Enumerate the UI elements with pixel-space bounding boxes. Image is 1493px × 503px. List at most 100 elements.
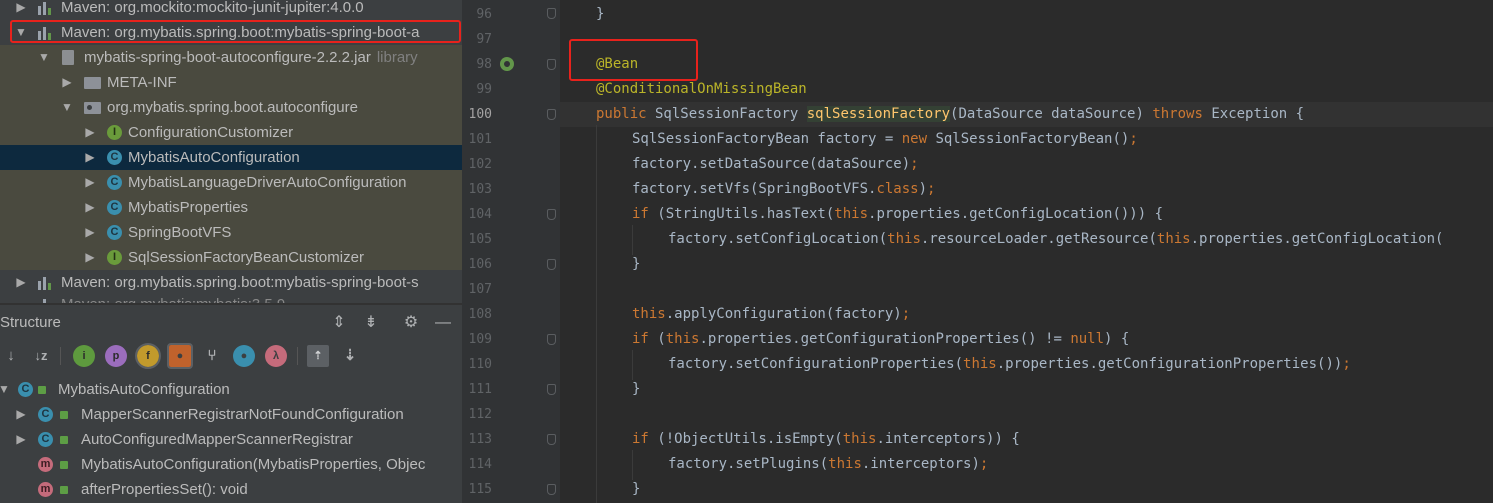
- public-lock-icon: [60, 411, 68, 419]
- line-number: 112: [468, 407, 492, 422]
- gear-icon[interactable]: ⚙: [401, 313, 421, 333]
- spring-bean-gutter-icon[interactable]: [500, 57, 514, 71]
- expand-arrow-icon[interactable]: ▶: [83, 220, 97, 245]
- tree-row-package[interactable]: ▼ org.mybatis.spring.boot.autoconfigure: [0, 95, 462, 120]
- tree-row-mybatis-auto-configuration[interactable]: ▶ C MybatisAutoConfiguration: [0, 145, 462, 170]
- code-token: if: [632, 431, 649, 447]
- show-lambdas-icon[interactable]: λ: [265, 345, 287, 367]
- code-token: this: [842, 431, 877, 447]
- expand-arrow-icon[interactable]: ▶: [83, 145, 97, 170]
- structure-header: Structure ⇕ ⇟ ⚙ —: [0, 311, 462, 335]
- structure-item-class[interactable]: ▼ C MybatisAutoConfiguration: [0, 377, 462, 402]
- toolbar-separator: [60, 347, 61, 365]
- class-icon: C: [107, 200, 122, 215]
- expand-arrow-icon[interactable]: ▶: [14, 402, 28, 427]
- tree-row-spring-boot-vfs[interactable]: ▶ C SpringBootVFS: [0, 220, 462, 245]
- tree-row-mybatis[interactable]: Maven: org.mybatis:mybatis:3.5.9: [0, 292, 462, 303]
- method-icon: m: [38, 457, 53, 472]
- code-token: ;: [1129, 131, 1138, 147]
- expand-all-icon[interactable]: ⇕: [329, 313, 349, 333]
- editor-gutter: 96 97 98 99 100 101 102 103 104 105 106 …: [462, 0, 560, 503]
- code-token: .interceptors)) {: [876, 431, 1020, 447]
- tree-row-configuration-customizer[interactable]: ▶ I ConfigurationCustomizer: [0, 120, 462, 145]
- code-line-101: SqlSessionFactoryBean factory = new SqlS…: [632, 127, 1493, 152]
- show-inherited-icon[interactable]: i: [73, 345, 95, 367]
- project-tree-panel: ▶ Maven: org.mockito:mockito-junit-jupit…: [0, 0, 462, 303]
- code-line-113: if (!ObjectUtils.isEmpty(this.intercepto…: [632, 427, 1493, 452]
- autoscroll-to-source-icon[interactable]: ⇡: [307, 345, 329, 367]
- code-token: new: [901, 131, 928, 147]
- class-icon: C: [18, 382, 33, 397]
- fold-marker-icon[interactable]: [547, 209, 556, 220]
- structure-item-method[interactable]: m afterPropertiesSet(): void: [0, 477, 462, 502]
- expand-arrow-icon[interactable]: ▶: [60, 70, 74, 95]
- tree-row-language-driver[interactable]: ▶ C MybatisLanguageDriverAutoConfigurati…: [0, 170, 462, 195]
- show-anonymous-classes-icon[interactable]: ●: [233, 345, 255, 367]
- structure-item-inner-class[interactable]: ▶ C MapperScannerRegistrarNotFoundConfig…: [0, 402, 462, 427]
- collapse-all-icon[interactable]: ⇟: [361, 313, 381, 333]
- interface-icon: I: [107, 250, 122, 265]
- fold-marker-icon[interactable]: [547, 8, 556, 19]
- tree-row-meta-inf[interactable]: ▶ META-INF: [0, 70, 462, 95]
- line-number: 98: [476, 57, 492, 72]
- tree-row-jar[interactable]: ▼ mybatis-spring-boot-autoconfigure-2.2.…: [0, 45, 462, 70]
- tree-label: META-INF: [107, 74, 177, 91]
- tree-row-mockito[interactable]: ▶ Maven: org.mockito:mockito-junit-jupit…: [0, 0, 462, 20]
- method-icon: m: [38, 482, 53, 497]
- sort-alphabetically-icon[interactable]: ↓z: [30, 345, 52, 367]
- code-line-102: factory.setDataSource(dataSource);: [632, 152, 1493, 177]
- collapse-arrow-icon[interactable]: ▼: [0, 377, 11, 402]
- show-properties-icon[interactable]: p: [105, 345, 127, 367]
- public-lock-icon: [60, 486, 68, 494]
- code-editor[interactable]: 96 97 98 99 100 101 102 103 104 105 106 …: [462, 0, 1493, 503]
- expand-arrow-icon[interactable]: ▶: [83, 245, 97, 270]
- fold-marker-icon[interactable]: [547, 384, 556, 395]
- sort-by-visibility-icon[interactable]: ↓: [0, 345, 22, 367]
- fold-marker-icon[interactable]: [547, 434, 556, 445]
- highlight-box: [10, 20, 461, 43]
- show-non-public-icon[interactable]: ●: [167, 343, 193, 369]
- structure-title: Structure: [0, 314, 61, 331]
- show-fields-icon[interactable]: f: [135, 343, 161, 369]
- class-icon: C: [38, 407, 53, 422]
- code-token: ;: [979, 456, 989, 472]
- code-line-103: factory.setVfs(SpringBootVFS.class);: [632, 177, 1493, 202]
- collapse-arrow-icon[interactable]: ▼: [60, 95, 74, 120]
- expand-arrow-icon[interactable]: ▶: [14, 0, 28, 20]
- tree-row-sqlsession-customizer[interactable]: ▶ I SqlSessionFactoryBeanCustomizer: [0, 245, 462, 270]
- tree-label: MybatisLanguageDriverAutoConfiguration: [128, 174, 407, 191]
- code-token: if: [632, 331, 649, 347]
- code-token: SqlSessionFactory: [646, 106, 807, 122]
- structure-item-method[interactable]: m MybatisAutoConfiguration(MybatisProper…: [0, 452, 462, 477]
- code-token: this: [665, 331, 700, 347]
- fold-marker-icon[interactable]: [547, 484, 556, 495]
- code-line-104: if (StringUtils.hasText(this.properties.…: [632, 202, 1493, 227]
- tree-label: mybatis-spring-boot-autoconfigure-2.2.2.…: [84, 49, 371, 66]
- show-hierarchy-icon[interactable]: ⑂: [201, 345, 223, 367]
- fold-marker-icon[interactable]: [547, 259, 556, 270]
- indent-guide: [632, 450, 633, 480]
- code-token: public: [596, 106, 647, 122]
- fold-marker-icon[interactable]: [547, 59, 556, 70]
- collapse-arrow-icon[interactable]: ▼: [37, 45, 51, 70]
- line-number: 106: [468, 257, 492, 272]
- structure-item-inner-class[interactable]: ▶ C AutoConfiguredMapperScannerRegistrar: [0, 427, 462, 452]
- fold-marker-icon[interactable]: [547, 109, 556, 120]
- code-token: factory.setVfs(SpringBootVFS.: [632, 181, 877, 197]
- expand-arrow-icon[interactable]: ▶: [83, 120, 97, 145]
- code-token: throws: [1152, 106, 1203, 122]
- panel-divider: [0, 303, 462, 305]
- code-area[interactable]: } @Bean @ConditionalOnMissingBean public…: [560, 0, 1493, 503]
- expand-arrow-icon[interactable]: ▶: [14, 427, 28, 452]
- class-icon: C: [107, 175, 122, 190]
- expand-arrow-icon[interactable]: ▶: [83, 170, 97, 195]
- expand-arrow-icon[interactable]: ▶: [83, 195, 97, 220]
- line-number: 107: [468, 282, 492, 297]
- code-token: ) {: [1104, 331, 1130, 347]
- autoscroll-from-source-icon[interactable]: ⇣: [339, 345, 361, 367]
- code-line-106: }: [632, 252, 1493, 277]
- tree-row-mybatis-properties[interactable]: ▶ C MybatisProperties: [0, 195, 462, 220]
- fold-marker-icon[interactable]: [547, 334, 556, 345]
- jar-icon: [62, 50, 74, 65]
- minimize-icon[interactable]: —: [433, 313, 453, 333]
